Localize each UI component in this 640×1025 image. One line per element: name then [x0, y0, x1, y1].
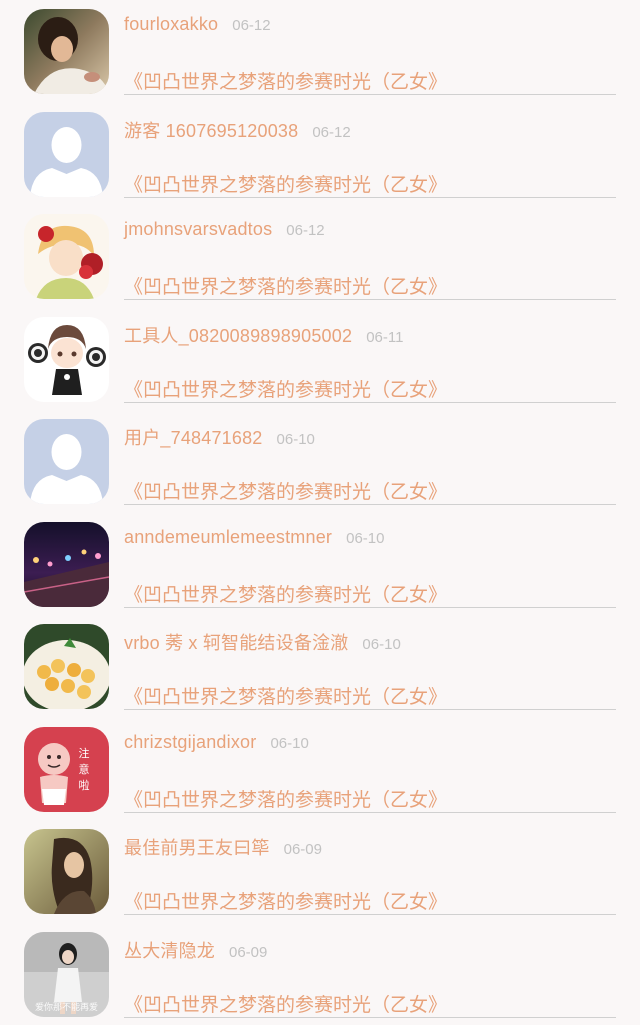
- avatar[interactable]: [24, 521, 109, 607]
- photo-woman-lying-icon: [24, 9, 109, 94]
- comment-date: 06-09: [229, 943, 268, 961]
- work-title-link[interactable]: 《凹凸世界之梦落的参赛时光（乙女》: [124, 170, 447, 197]
- comment-meta: fourloxakko 06-12: [124, 14, 271, 38]
- avatar[interactable]: [24, 419, 109, 504]
- comment-meta: 丛大清隐龙 06-09: [124, 937, 267, 961]
- work-title-link[interactable]: 《凹凸世界之梦落的参赛时光（乙女》: [124, 785, 447, 812]
- anime-boy-with-roses-icon: [24, 214, 109, 299]
- avatar[interactable]: 注 意 啦: [24, 726, 109, 812]
- divider: [124, 811, 616, 813]
- comment-meta: anndemeumlemeestmner 06-10: [124, 527, 384, 551]
- work-title-link[interactable]: 《凹凸世界之梦落的参赛时光（乙女》: [124, 67, 447, 94]
- username[interactable]: 丛大清隐龙: [124, 941, 215, 961]
- work-title-link[interactable]: 《凹凸世界之梦落的参赛时光（乙女》: [124, 580, 447, 607]
- comment-meta: vrbo 莠 x 轲智能结设备淦澈 06-10: [124, 629, 401, 653]
- list-item[interactable]: vrbo 莠 x 轲智能结设备淦澈 06-10 《凹凸世界之梦落的参赛时光（乙女》: [0, 615, 640, 717]
- divider: [124, 94, 616, 95]
- comment-meta: 游客 1607695120038 06-12: [124, 117, 351, 141]
- list-item[interactable]: jmohnsvarsvadtos 06-12 《凹凸世界之梦落的参赛时光（乙女》: [0, 205, 640, 307]
- comment-date: 06-11: [366, 328, 404, 346]
- comment-date: 06-12: [232, 17, 271, 34]
- work-title-link[interactable]: 《凹凸世界之梦落的参赛时光（乙女》: [124, 272, 447, 299]
- girl-portrait-sepia-icon: [24, 829, 109, 914]
- svg-text:意: 意: [79, 762, 90, 776]
- default-user-avatar-icon: [24, 419, 109, 504]
- baby-cartoon-sticker-icon: 注 意 啦: [24, 726, 109, 812]
- list-item[interactable]: 用户_748471682 06-10 《凹凸世界之梦落的参赛时光（乙女》: [0, 410, 640, 512]
- comment-meta: 工具人_0820089898905002 06-11: [124, 322, 403, 346]
- list-item[interactable]: 爱你那不能再爱 丛大清隐龙 06-09 《凹凸世界之梦落的参赛时光（乙女》: [0, 923, 640, 1025]
- avatar[interactable]: [24, 214, 109, 299]
- divider: [124, 401, 616, 403]
- divider: [124, 1016, 616, 1018]
- cartoon-girl-with-cookies-icon: [24, 316, 109, 402]
- work-title-link[interactable]: 《凹凸世界之梦落的参赛时光（乙女》: [124, 682, 447, 709]
- comment-date: 06-10: [270, 734, 309, 752]
- username[interactable]: 用户_748471682: [124, 428, 263, 448]
- work-title-link[interactable]: 《凹凸世界之梦落的参赛时光（乙女》: [124, 477, 447, 504]
- divider: [124, 606, 616, 608]
- comment-meta: 最佳前男王友曰筚 06-09: [124, 834, 322, 858]
- comment-date: 06-12: [286, 222, 325, 239]
- list-item[interactable]: fourloxakko 06-12 《凹凸世界之梦落的参赛时光（乙女》: [0, 0, 640, 102]
- comment-date: 06-10: [276, 431, 315, 448]
- night-street-lights-icon: [24, 521, 109, 607]
- username[interactable]: anndemeumlemeestmner: [124, 527, 332, 547]
- username[interactable]: 游客 1607695120038: [124, 121, 298, 141]
- comment-meta: chrizstgijandixor 06-10: [124, 732, 309, 756]
- work-title-link[interactable]: 《凹凸世界之梦落的参赛时光（乙女》: [124, 990, 447, 1017]
- list-item[interactable]: 游客 1607695120038 06-12 《凹凸世界之梦落的参赛时光（乙女》: [0, 103, 640, 205]
- avatar[interactable]: [24, 829, 109, 914]
- username[interactable]: 工具人_0820089898905002: [124, 326, 352, 346]
- comment-list: fourloxakko 06-12 《凹凸世界之梦落的参赛时光（乙女》 游客 16…: [0, 0, 640, 1023]
- username[interactable]: 最佳前男王友曰筚: [124, 838, 270, 858]
- avatar[interactable]: [24, 111, 109, 197]
- avatar[interactable]: [24, 316, 109, 402]
- divider: [124, 709, 616, 710]
- svg-text:啦: 啦: [79, 778, 90, 792]
- comment-date: 06-09: [283, 841, 322, 858]
- username[interactable]: chrizstgijandixor: [124, 732, 256, 752]
- username[interactable]: fourloxakko: [124, 14, 218, 34]
- list-item[interactable]: 最佳前男王友曰筚 06-09 《凹凸世界之梦落的参赛时光（乙女》: [0, 820, 640, 922]
- girl-standing-photo-icon: 爱你那不能再爱: [24, 931, 109, 1017]
- username[interactable]: vrbo 莠 x 轲智能结设备淦澈: [124, 633, 348, 653]
- avatar[interactable]: [24, 9, 109, 94]
- avatar[interactable]: 爱你那不能再爱: [24, 931, 109, 1017]
- food-plate-icon: [24, 624, 109, 709]
- comment-date: 06-12: [312, 123, 351, 141]
- work-title-link[interactable]: 《凹凸世界之梦落的参赛时光（乙女》: [124, 887, 447, 914]
- divider: [124, 504, 616, 505]
- comment-meta: jmohnsvarsvadtos 06-12: [124, 219, 325, 243]
- svg-text:注: 注: [79, 746, 90, 760]
- divider: [124, 196, 616, 198]
- list-item[interactable]: 工具人_0820089898905002 06-11 《凹凸世界之梦落的参赛时光（…: [0, 308, 640, 410]
- comment-date: 06-10: [346, 529, 385, 547]
- list-item[interactable]: anndemeumlemeestmner 06-10 《凹凸世界之梦落的参赛时光（…: [0, 513, 640, 615]
- avatar[interactable]: [24, 624, 109, 709]
- default-user-avatar-icon: [24, 111, 109, 197]
- divider: [124, 914, 616, 915]
- comment-date: 06-10: [362, 636, 401, 653]
- divider: [124, 299, 616, 300]
- work-title-link[interactable]: 《凹凸世界之梦落的参赛时光（乙女》: [124, 375, 447, 402]
- svg-text:爱你那不能再爱: 爱你那不能再爱: [35, 1001, 98, 1013]
- username[interactable]: jmohnsvarsvadtos: [124, 219, 272, 239]
- comment-meta: 用户_748471682 06-10: [124, 424, 315, 448]
- list-item[interactable]: 注 意 啦 chrizstgijandixor 06-10 《凹凸世界之梦落的参赛…: [0, 718, 640, 820]
